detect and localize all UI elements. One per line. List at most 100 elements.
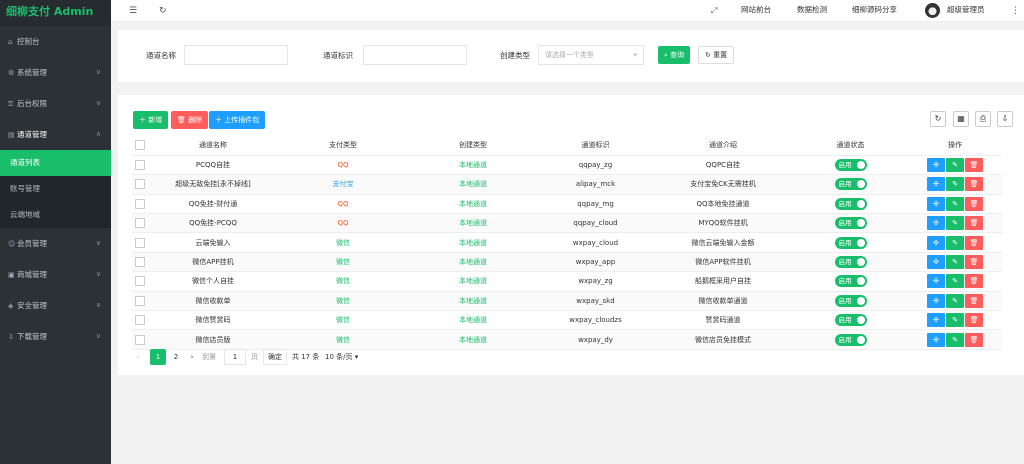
delete-icon[interactable]: 🗑 — [965, 177, 983, 192]
header-status[interactable]: 通道状态 — [793, 136, 908, 156]
add-button[interactable]: ＋ 新增 — [133, 111, 169, 129]
table-row[interactable]: QQ免挂-PCQQ QQ 本地通道 qqpay_cloud MYQQ软件挂机 启用 ✣ ✎ 🗑 — [132, 213, 1002, 234]
sidebar-item-top-1[interactable]: ⚙ 系统管理 ∨ — [0, 57, 111, 88]
edit-icon[interactable]: ✎ — [946, 235, 964, 250]
goto-page-input[interactable]: 1 — [224, 349, 246, 365]
more-icon[interactable]: ⋮ — [1011, 0, 1020, 22]
table-row[interactable]: 微信APP挂机 微信 本地通道 wxpay_app 微信APP软件挂机 启用 ✣ ✎ 🗑 — [132, 252, 1002, 273]
edit-icon[interactable]: ✎ — [946, 255, 964, 270]
status-toggle[interactable]: 启用 — [834, 159, 867, 172]
next-page-icon[interactable]: › — [186, 349, 198, 365]
channel-name-input[interactable] — [184, 45, 288, 65]
table-row[interactable]: 云端免输入 微信 本地通道 wxpay_cloud 微信云端免输入金额 启用 ✣ ✎ 🗑 — [132, 232, 1002, 253]
row-checkbox[interactable] — [135, 315, 145, 326]
reset-button[interactable]: ↻ 重置 — [698, 46, 735, 64]
row-checkbox[interactable] — [135, 179, 145, 190]
table-row[interactable]: 微信收款单 微信 本地通道 wxpay_skd 微信收款单通道 启用 ✣ ✎ 🗑 — [132, 291, 1002, 312]
row-checkbox[interactable] — [135, 218, 145, 229]
status-toggle[interactable]: 启用 — [834, 236, 867, 249]
move-icon[interactable]: ✣ — [927, 235, 945, 250]
delete-icon[interactable]: 🗑 — [965, 332, 983, 347]
sidebar-item-top-3[interactable]: ▤ 通道管理 ∧ — [0, 119, 111, 150]
move-icon[interactable]: ✣ — [927, 216, 945, 231]
sidebar-item-top-0[interactable]: ⌂ 控制台 — [0, 26, 111, 57]
sidebar-item-top-2[interactable]: ⚿ 后台权限 ∨ — [0, 88, 111, 119]
table-row[interactable]: 微信赞赏码 微信 本地通道 wxpay_cloudzs 赞赏码通道 启用 ✣ ✎ 🗑 — [132, 310, 1002, 331]
status-toggle[interactable]: 启用 — [834, 178, 867, 191]
menu-toggle-icon[interactable]: ☰ — [129, 0, 137, 22]
delete-icon[interactable]: 🗑 — [965, 235, 983, 250]
sidebar-item-bottom-2[interactable]: ◈ 安全管理 ∨ — [0, 290, 111, 321]
move-icon[interactable]: ✣ — [927, 274, 945, 289]
page-size-select[interactable]: 10 条/页 ▾ — [325, 349, 358, 365]
page-2[interactable]: 2 — [168, 349, 184, 365]
table-row[interactable]: 微信个人自挂 微信 本地通道 wxpay_zg 船鹅框采用户自挂 启用 ✣ ✎ 🗑 — [132, 271, 1002, 292]
header-pay-type[interactable]: 支付类型 — [278, 136, 408, 156]
channel-id-input[interactable] — [363, 45, 467, 65]
user-name[interactable]: 超级管理员 — [947, 0, 985, 22]
page-1[interactable]: 1 — [150, 349, 166, 365]
row-checkbox[interactable] — [135, 198, 145, 209]
search-button[interactable]: ⌕ 查询 — [658, 46, 691, 64]
status-toggle[interactable]: 启用 — [834, 256, 867, 269]
fullscreen-icon[interactable]: ⤢ — [711, 0, 717, 22]
sidebar-item-bottom-3[interactable]: ⇩ 下载管理 ∨ — [0, 321, 111, 352]
data-check-link[interactable]: 数据检测 — [797, 0, 827, 22]
edit-icon[interactable]: ✎ — [946, 313, 964, 328]
refresh-icon[interactable]: ↻ — [159, 0, 167, 22]
status-toggle[interactable]: 启用 — [834, 333, 867, 346]
status-toggle[interactable]: 启用 — [834, 217, 867, 230]
status-toggle[interactable]: 启用 — [834, 275, 867, 288]
goto-confirm-button[interactable]: 确定 — [263, 349, 287, 365]
edit-icon[interactable]: ✎ — [946, 293, 964, 308]
row-checkbox[interactable] — [135, 334, 145, 345]
avatar[interactable] — [925, 3, 940, 18]
sidebar-subitem-1[interactable]: 账号管理 — [0, 176, 111, 202]
row-checkbox[interactable] — [135, 257, 145, 268]
move-icon[interactable]: ✣ — [927, 332, 945, 347]
header-name[interactable]: 通道名称 — [148, 136, 278, 156]
print-icon[interactable]: ⎙ — [975, 111, 991, 127]
row-checkbox[interactable] — [135, 160, 145, 171]
sidebar-item-bottom-0[interactable]: ☺ 会员管理 ∨ — [0, 228, 111, 259]
select-all-checkbox[interactable] — [135, 140, 145, 151]
delete-icon[interactable]: 🗑 — [965, 313, 983, 328]
move-icon[interactable]: ✣ — [927, 158, 945, 173]
header-create-type[interactable]: 创建类型 — [408, 136, 538, 156]
move-icon[interactable]: ✣ — [927, 196, 945, 211]
sidebar-subitem-0[interactable]: 通道列表 — [0, 150, 111, 176]
prev-page-icon[interactable]: ‹ — [132, 349, 144, 365]
delete-button[interactable]: 🗑 删除 — [171, 111, 209, 129]
edit-icon[interactable]: ✎ — [946, 158, 964, 173]
sidebar-item-bottom-1[interactable]: ▣ 商城管理 ∨ — [0, 259, 111, 290]
sidebar-subitem-2[interactable]: 云端地域 — [0, 202, 111, 228]
refresh-table-icon[interactable]: ↻ — [930, 111, 946, 127]
edit-icon[interactable]: ✎ — [946, 177, 964, 192]
delete-icon[interactable]: 🗑 — [965, 216, 983, 231]
status-toggle[interactable]: 启用 — [834, 197, 867, 210]
row-checkbox[interactable] — [135, 295, 145, 306]
source-share-link[interactable]: 细柳源码分享 — [852, 0, 897, 22]
status-toggle[interactable]: 启用 — [834, 314, 867, 327]
move-icon[interactable]: ✣ — [927, 293, 945, 308]
delete-icon[interactable]: 🗑 — [965, 293, 983, 308]
move-icon[interactable]: ✣ — [927, 255, 945, 270]
table-row[interactable]: PCQQ自挂 QQ 本地通道 qqpay_zg QQPC自挂 启用 ✣ ✎ 🗑 — [132, 155, 1002, 176]
table-row[interactable]: 微信店员版 微信 本地通道 wxpay_dy 微信店员免挂模式 启用 ✣ ✎ 🗑 — [132, 329, 1002, 350]
create-type-select[interactable]: 请选择一个类型 ▾ — [538, 45, 644, 65]
move-icon[interactable]: ✣ — [927, 313, 945, 328]
header-id[interactable]: 通道标识 — [538, 136, 653, 156]
header-desc[interactable]: 通道介绍 — [653, 136, 793, 156]
row-checkbox[interactable] — [135, 237, 145, 248]
status-toggle[interactable]: 启用 — [834, 294, 867, 307]
edit-icon[interactable]: ✎ — [946, 274, 964, 289]
site-front-link[interactable]: 网站前台 — [741, 0, 771, 22]
columns-icon[interactable]: ▦ — [953, 111, 969, 127]
delete-icon[interactable]: 🗑 — [965, 158, 983, 173]
export-icon[interactable]: ⇩ — [997, 111, 1013, 127]
edit-icon[interactable]: ✎ — [946, 196, 964, 211]
row-checkbox[interactable] — [135, 276, 145, 287]
edit-icon[interactable]: ✎ — [946, 332, 964, 347]
delete-icon[interactable]: 🗑 — [965, 255, 983, 270]
table-row[interactable]: QQ免挂-财付通 QQ 本地通道 qqpay_mg QQ本地免挂通道 启用 ✣ ✎ 🗑 — [132, 194, 1002, 215]
